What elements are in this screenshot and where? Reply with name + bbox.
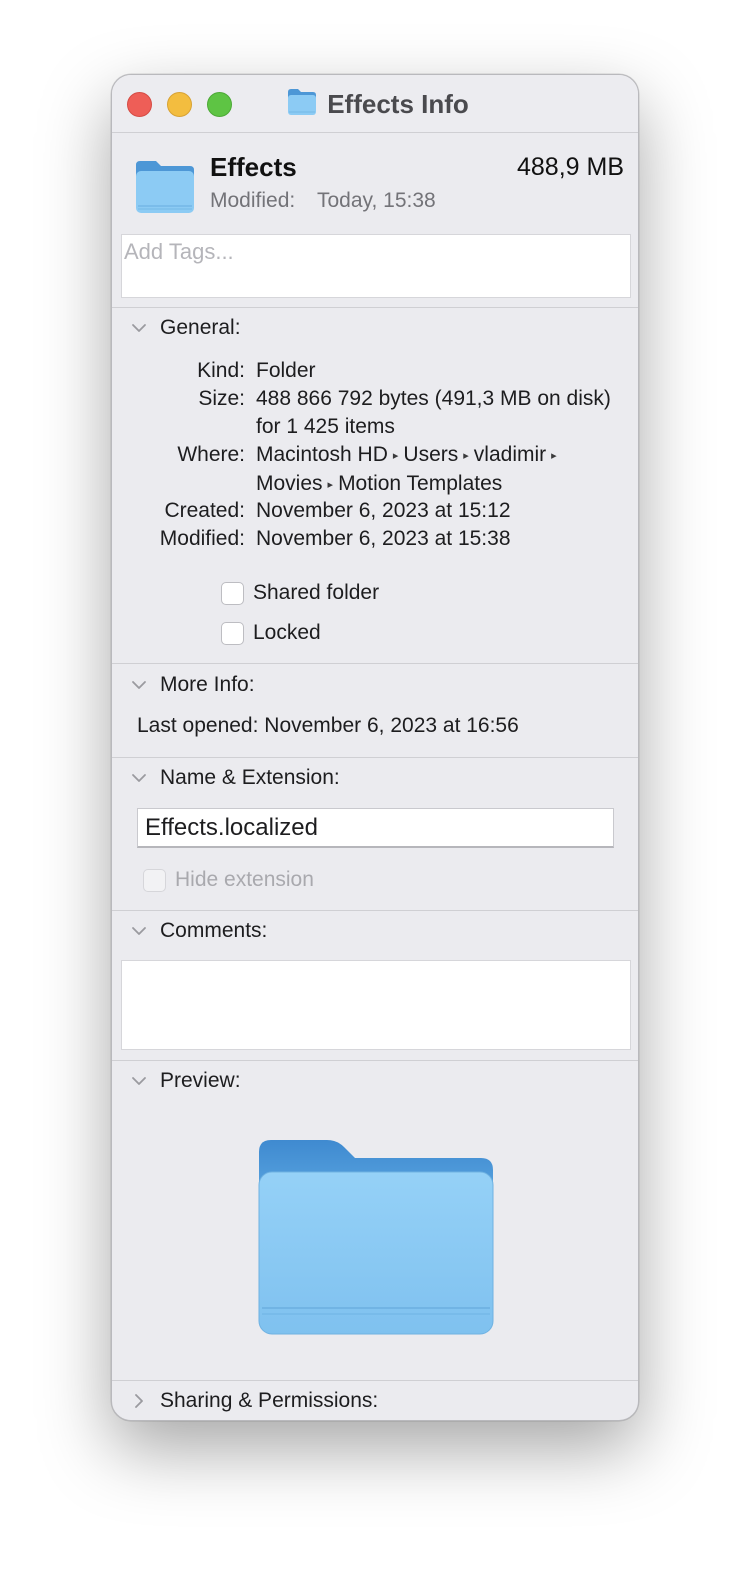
path-item: vladimir [473,443,547,466]
hide-extension-label: Hide extension [175,868,314,891]
chevron-down-icon[interactable] [130,769,148,787]
divider [112,910,638,911]
path-separator: ▸ [392,450,399,462]
hide-extension-checkbox [143,868,166,892]
size-value: 488 866 792 bytes (491,3 MB on disk) for… [256,387,611,438]
path-item: Motion Templates [338,472,503,495]
modified-detail-value: November 6, 2023 at 15:38 [256,527,511,550]
shared-folder-checkbox[interactable] [221,581,244,605]
chevron-down-icon[interactable] [130,676,148,694]
chevron-down-icon[interactable] [130,1072,148,1090]
tags-placeholder: Add Tags... [124,239,234,264]
locked-label: Locked [253,621,321,644]
window-title-text: Effects Info [327,89,469,119]
section-sharing-label: Sharing & Permissions: [160,1389,379,1412]
chevron-right-icon[interactable] [130,1392,148,1410]
divider [112,1380,638,1381]
modified-value: Today, 15:38 [317,189,436,212]
last-opened-row: Last opened: November 6, 2023 at 16:56 [137,714,519,738]
section-preview-label: Preview: [160,1069,241,1092]
comments-field[interactable] [121,960,631,1050]
section-comments-label: Comments: [160,919,268,942]
section-general-header[interactable]: General: [130,316,241,340]
section-more-info-label: More Info: [160,673,255,696]
item-size: 488,9 MB [516,153,624,181]
path-separator: ▸ [327,479,334,491]
created-label: Created: [164,499,245,522]
section-sharing-header[interactable]: Sharing & Permissions: [130,1389,378,1413]
comments-textarea[interactable] [122,961,630,1049]
chevron-down-icon[interactable] [130,319,148,337]
section-more-info-header[interactable]: More Info: [130,673,255,697]
hide-extension-option: Hide extension [143,868,314,892]
folder-icon [134,159,196,220]
item-name: Effects [210,152,297,182]
locked-checkbox[interactable] [221,621,244,645]
kind-label: Kind: [197,359,245,382]
title-bar[interactable]: Effects Info [112,75,638,133]
section-general-label: General: [160,316,241,339]
section-preview-header[interactable]: Preview: [130,1069,241,1093]
path-item: Macintosh HD [256,443,388,466]
path-item: Users [403,443,459,466]
last-opened-label: Last opened: [137,714,259,737]
last-opened-value: November 6, 2023 at 16:56 [264,714,519,737]
where-label: Where: [177,443,245,466]
name-field[interactable] [137,808,614,848]
shared-folder-label: Shared folder [253,581,380,604]
divider [112,757,638,758]
section-comments-header[interactable]: Comments: [130,919,267,943]
get-info-window: Effects Info Effects 488,9 MB Modified: … [111,74,639,1421]
path-separator: ▸ [463,450,469,462]
locked-option[interactable]: Locked [221,621,321,645]
name-input[interactable] [138,809,613,846]
tags-field[interactable]: Add Tags... [121,234,631,298]
kind-value: Folder [256,359,316,382]
modified-detail-label: Modified: [159,527,245,550]
path-separator: ▸ [551,450,557,462]
window-title: Effects Info [112,88,638,121]
shared-folder-option[interactable]: Shared folder [221,581,379,605]
folder-icon [287,88,317,121]
path-item: Movies [256,472,323,495]
size-label: Size: [198,387,245,410]
chevron-down-icon[interactable] [130,922,148,940]
section-name-extension-header[interactable]: Name & Extension: [130,766,340,790]
where-path: Macintosh HD ▸ Users ▸ vladimir ▸ Movies ▸ Motio… [256,441,616,499]
divider [112,1060,638,1061]
modified-label: Modified: [210,189,296,212]
folder-icon [257,1138,497,1343]
created-value: November 6, 2023 at 15:12 [256,499,511,522]
divider [112,307,638,308]
divider [112,663,638,664]
section-name-extension-label: Name & Extension: [160,766,340,789]
